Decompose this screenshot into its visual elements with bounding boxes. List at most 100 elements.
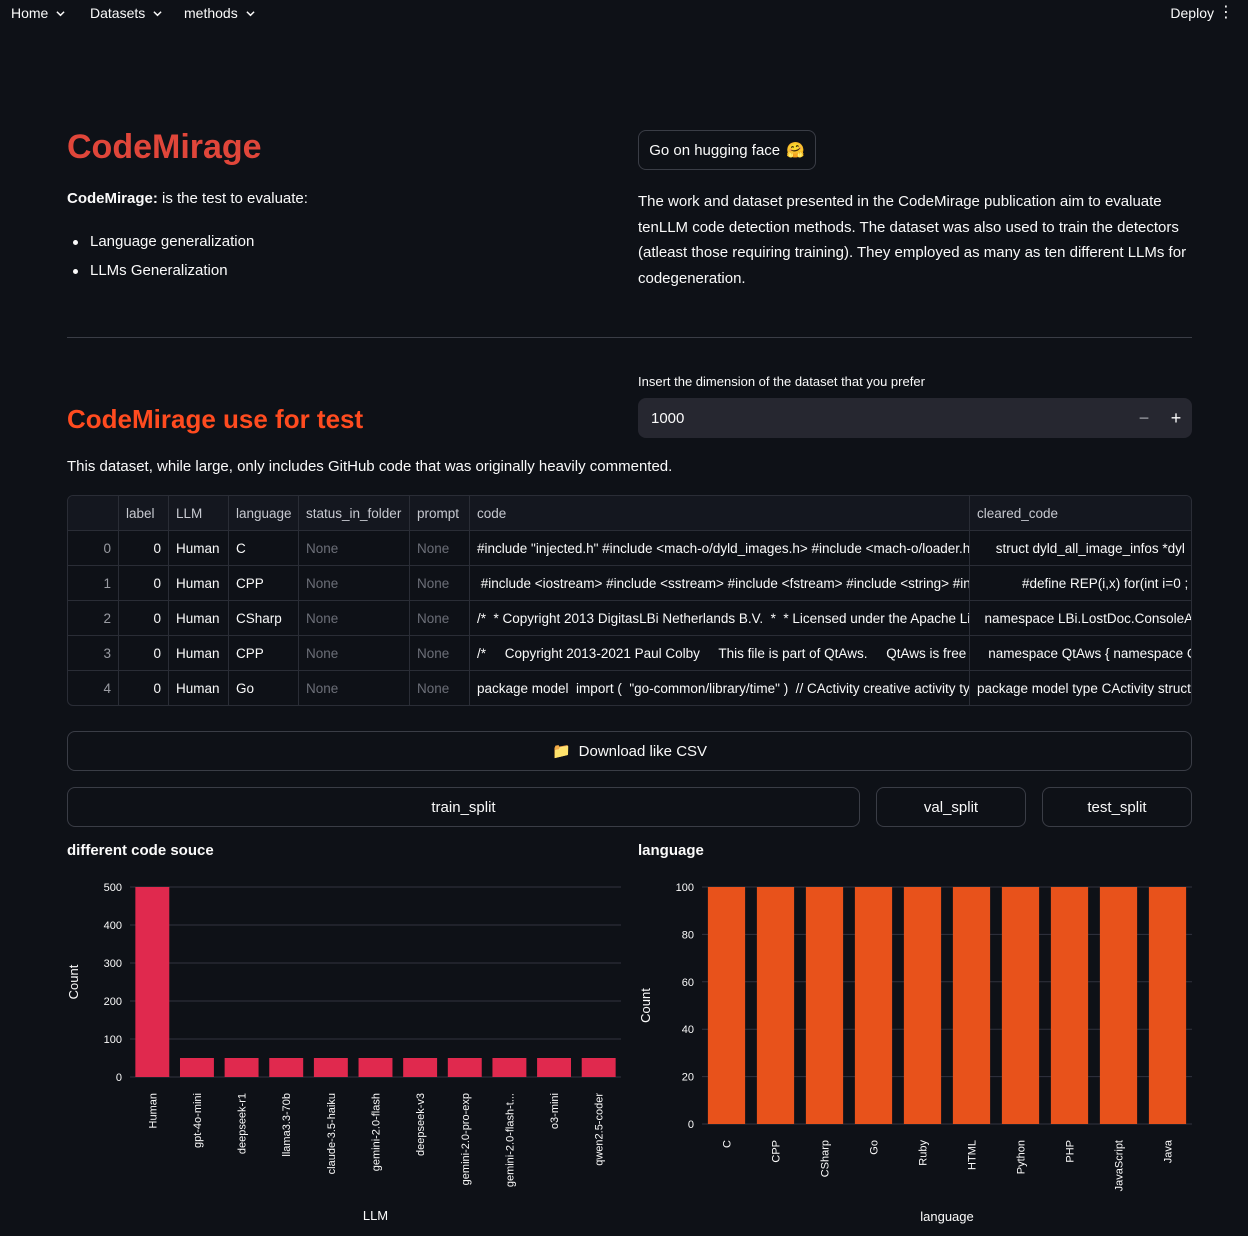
x-tick-label: C bbox=[722, 1140, 734, 1148]
divider bbox=[67, 337, 1192, 338]
y-axis-title: Count bbox=[66, 964, 81, 999]
nav-datasets[interactable]: Datasets bbox=[90, 5, 162, 21]
table-cell[interactable]: None bbox=[299, 566, 410, 601]
bar bbox=[756, 887, 795, 1124]
data-table[interactable]: label LLM language status_in_folder prom… bbox=[67, 495, 1192, 706]
table-cell[interactable]: Human bbox=[169, 671, 229, 705]
column-header[interactable]: label bbox=[119, 496, 169, 531]
bar bbox=[854, 887, 893, 1124]
train-split-button[interactable]: train_split bbox=[67, 787, 860, 827]
code-source-bar-chart: 0 100 200 300 400 500 Human gpt-4o-mini deepseek… bbox=[66, 882, 621, 1223]
x-tick-label: qwen2.5-coder bbox=[594, 1093, 606, 1166]
x-tick-label: Java bbox=[1163, 1139, 1175, 1163]
bar bbox=[179, 1058, 214, 1077]
table-cell[interactable]: C bbox=[229, 531, 299, 566]
bar bbox=[707, 887, 746, 1124]
table-cell[interactable]: namespace LBi.LostDoc.ConsoleAp bbox=[970, 601, 1191, 636]
table-cell[interactable]: CSharp bbox=[229, 601, 299, 636]
table-cell[interactable]: 0 bbox=[68, 531, 119, 566]
table-cell[interactable]: 4 bbox=[68, 671, 119, 705]
table-cell[interactable]: 1 bbox=[68, 566, 119, 601]
table-cell[interactable]: struct dyld_all_image_infos *dyl bbox=[970, 531, 1191, 566]
val-split-button[interactable]: val_split bbox=[876, 787, 1026, 827]
table-cell[interactable]: #include <iostream> #include <sstream> #… bbox=[470, 566, 970, 601]
column-header[interactable]: prompt bbox=[410, 496, 470, 531]
bar bbox=[358, 1058, 393, 1077]
x-tick-label: claude-3.5-haiku bbox=[326, 1093, 338, 1174]
table-cell[interactable]: 0 bbox=[119, 566, 169, 601]
section-title: CodeMirage use for test bbox=[67, 404, 364, 434]
table-cell[interactable]: 0 bbox=[119, 636, 169, 671]
column-header[interactable]: cleared_code bbox=[970, 496, 1191, 531]
y-tick-label: 0 bbox=[688, 1119, 694, 1131]
chevron-down-icon bbox=[246, 10, 255, 16]
column-header[interactable]: status_in_folder bbox=[299, 496, 410, 531]
download-csv-label: Download like CSV bbox=[578, 742, 708, 760]
nav-methods[interactable]: methods bbox=[184, 5, 255, 21]
table-cell[interactable]: None bbox=[410, 671, 470, 705]
table-cell[interactable]: #include "injected.h" #include <mach-o/d… bbox=[470, 531, 970, 566]
test-split-button[interactable]: test_split bbox=[1042, 787, 1192, 827]
table-cell[interactable]: Go bbox=[229, 671, 299, 705]
hugging-face-button-label: Go on hugging face bbox=[649, 141, 781, 159]
table-cell[interactable]: Human bbox=[169, 566, 229, 601]
bar bbox=[1001, 887, 1040, 1124]
dimension-number-input[interactable]: 1000 − + bbox=[638, 398, 1192, 438]
table-cell[interactable]: None bbox=[410, 636, 470, 671]
table-row: 0 0 Human C None None #include "injected.h" #i… bbox=[68, 531, 1191, 566]
column-header[interactable]: code bbox=[470, 496, 970, 531]
table-cell[interactable]: package model type CActivity struct { bbox=[970, 671, 1191, 705]
deploy-button[interactable]: Deploy bbox=[1170, 5, 1214, 21]
table-row: 1 0 Human CPP None None #include <iostream> #… bbox=[68, 566, 1191, 601]
table-cell[interactable]: 0 bbox=[119, 671, 169, 705]
table-cell[interactable]: None bbox=[299, 671, 410, 705]
table-cell[interactable]: 2 bbox=[68, 601, 119, 636]
table-cell[interactable]: None bbox=[299, 601, 410, 636]
x-tick-label: deepseek-r1 bbox=[237, 1093, 249, 1154]
decrement-button[interactable]: − bbox=[1128, 408, 1160, 429]
table-cell[interactable]: None bbox=[410, 566, 470, 601]
chart-title-language: language bbox=[638, 842, 704, 859]
x-tick-label: PHP bbox=[1065, 1140, 1077, 1163]
hugging-face-button[interactable]: Go on hugging face 🤗 bbox=[638, 130, 816, 170]
dimension-label: Insert the dimension of the dataset that… bbox=[638, 374, 925, 389]
x-axis-title: language bbox=[920, 1209, 974, 1224]
table-cell[interactable]: CPP bbox=[229, 636, 299, 671]
table-cell[interactable]: /* * Copyright 2013 DigitasLBi Netherlan… bbox=[470, 601, 970, 636]
x-tick-label: Python bbox=[1016, 1140, 1028, 1174]
intro-text: CodeMirage: is the test to evaluate: bbox=[67, 190, 308, 207]
y-tick-label: 20 bbox=[682, 1072, 694, 1084]
y-tick-label: 80 bbox=[682, 929, 694, 941]
bar bbox=[313, 1058, 348, 1077]
nav-home[interactable]: Home bbox=[11, 5, 65, 21]
table-cell[interactable]: namespace QtAws { namespace Cu bbox=[970, 636, 1191, 671]
table-cell[interactable]: 3 bbox=[68, 636, 119, 671]
bar bbox=[224, 1058, 259, 1077]
page-title: CodeMirage bbox=[67, 128, 262, 166]
table-cell[interactable]: None bbox=[410, 601, 470, 636]
table-cell[interactable]: Human bbox=[169, 531, 229, 566]
table-cell[interactable]: None bbox=[299, 636, 410, 671]
table-cell[interactable]: 0 bbox=[119, 531, 169, 566]
increment-button[interactable]: + bbox=[1160, 408, 1192, 429]
table-cell[interactable]: Human bbox=[169, 601, 229, 636]
table-cell[interactable]: Human bbox=[169, 636, 229, 671]
main-menu-icon[interactable]: ⋮ bbox=[1218, 5, 1234, 21]
y-axis-title: Count bbox=[638, 988, 653, 1023]
column-header[interactable]: language bbox=[229, 496, 299, 531]
table-cell[interactable]: CPP bbox=[229, 566, 299, 601]
y-tick-label: 200 bbox=[104, 996, 122, 1008]
bar bbox=[1050, 887, 1089, 1124]
column-header[interactable] bbox=[68, 496, 119, 531]
table-cell[interactable]: package model import ( "go-common/librar… bbox=[470, 671, 970, 705]
table-cell[interactable]: #define REP(i,x) for(int i=0 ; i bbox=[970, 566, 1191, 601]
table-cell[interactable]: /* Copyright 2013-2021 Paul Colby This f… bbox=[470, 636, 970, 671]
table-row: 3 0 Human CPP None None/* Copyright 2013-2021… bbox=[68, 636, 1191, 671]
bar bbox=[492, 1058, 527, 1077]
table-cell[interactable]: None bbox=[410, 531, 470, 566]
table-cell[interactable]: None bbox=[299, 531, 410, 566]
dimension-value[interactable]: 1000 bbox=[638, 410, 1128, 427]
column-header[interactable]: LLM bbox=[169, 496, 229, 531]
table-cell[interactable]: 0 bbox=[119, 601, 169, 636]
download-csv-button[interactable]: 📁 Download like CSV bbox=[67, 731, 1192, 771]
